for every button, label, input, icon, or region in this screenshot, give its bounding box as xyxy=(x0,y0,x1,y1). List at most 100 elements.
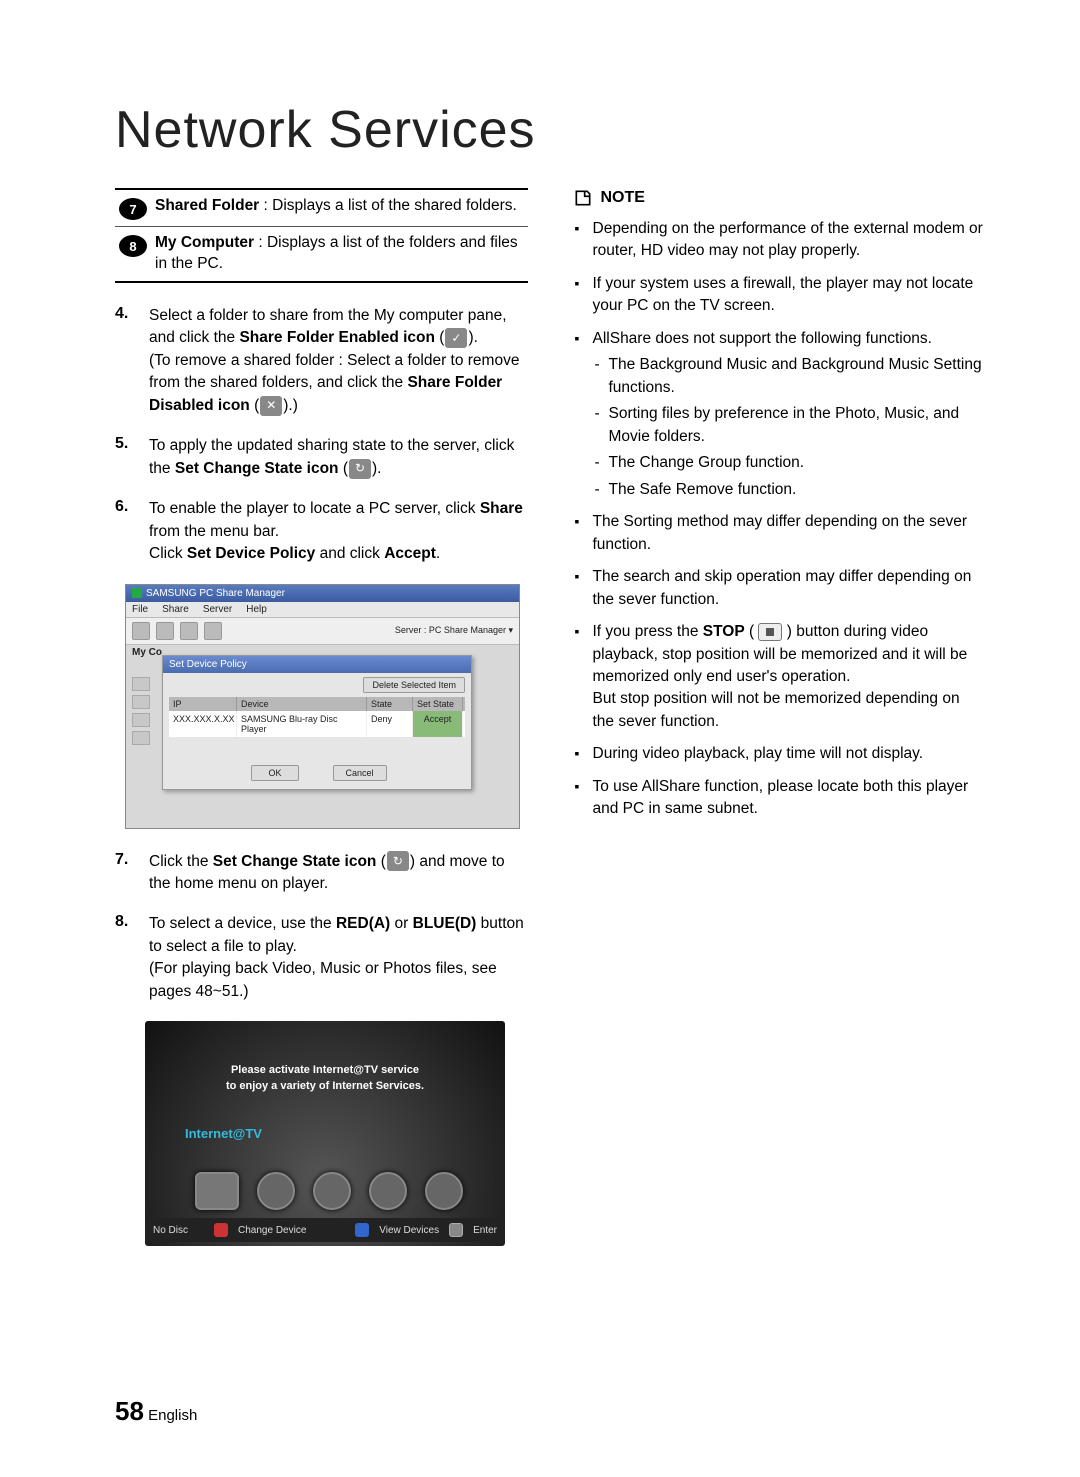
ok-button[interactable]: OK xyxy=(251,765,298,781)
menu-item[interactable]: File xyxy=(132,604,148,615)
tb-icon[interactable] xyxy=(204,622,222,640)
t: Share Folder Enabled icon xyxy=(239,329,435,346)
th-ip: IP xyxy=(169,697,237,711)
note-list: Depending on the performance of the exte… xyxy=(573,218,986,821)
def-term: My Computer xyxy=(155,234,254,251)
step-body: To select a device, use the RED(A) or BL… xyxy=(149,913,528,1003)
t: Set Change State icon xyxy=(175,460,339,477)
t: and click xyxy=(315,545,384,562)
def-text-7: Shared Folder : Displays a list of the s… xyxy=(155,196,517,217)
photo-icon[interactable] xyxy=(313,1172,351,1210)
note-subitem: The Safe Remove function. xyxy=(593,479,986,501)
th-set: Set State xyxy=(413,697,463,711)
side-folders xyxy=(132,677,154,749)
sg-toolbar: Server : PC Share Manager ▾ xyxy=(126,618,519,645)
note-sublist: The Background Music and Background Musi… xyxy=(593,354,986,501)
t: Accept xyxy=(384,545,436,562)
td-device: SAMSUNG Blu-ray Disc Player xyxy=(237,711,367,737)
delete-selected-button[interactable]: Delete Selected Item xyxy=(363,677,465,693)
t: But stop position will not be memorized … xyxy=(593,690,960,729)
note-subitem: The Background Music and Background Musi… xyxy=(593,354,986,399)
step-num: 4. xyxy=(115,305,149,417)
th-state: State xyxy=(367,697,413,711)
tb-icon[interactable] xyxy=(180,622,198,640)
blue-d-key-icon xyxy=(355,1223,369,1237)
step-6: 6. To enable the player to locate a PC s… xyxy=(115,498,528,565)
table-row[interactable]: XXX.XXX.X.XX SAMSUNG Blu-ray Disc Player… xyxy=(169,711,465,737)
disc-icon[interactable] xyxy=(257,1172,295,1210)
note-item: The search and skip operation may differ… xyxy=(573,566,986,611)
step-num: 7. xyxy=(115,851,149,896)
t: ). xyxy=(372,460,381,477)
t: To select a device, use the xyxy=(149,915,336,932)
def-desc: : Displays a list of the shared folders. xyxy=(259,197,517,214)
card-icon[interactable] xyxy=(195,1172,239,1210)
share-disabled-icon: ✕ xyxy=(260,396,282,416)
step-7: 7. Click the Set Change State icon (↻) a… xyxy=(115,851,528,896)
t: ( xyxy=(745,623,759,640)
t: ( xyxy=(250,397,259,414)
tb-icon[interactable] xyxy=(156,622,174,640)
red-a-key-icon xyxy=(214,1223,228,1237)
app-icon xyxy=(132,588,142,598)
enter-key-icon xyxy=(449,1223,463,1237)
t: (For playing back Video, Music or Photos… xyxy=(149,960,497,999)
note-item: During video playback, play time will no… xyxy=(573,743,986,765)
menu-item[interactable]: Help xyxy=(246,604,267,615)
device-table: IP Device State Set State XXX.XXX.X.XX S… xyxy=(169,697,465,737)
t: ). xyxy=(468,329,477,346)
pc-share-manager-screenshot: SAMSUNG PC Share Manager File Share Serv… xyxy=(125,584,520,829)
right-column: NOTE Depending on the performance of the… xyxy=(573,188,986,1246)
set-device-policy-dialog: Set Device Policy Delete Selected Item I… xyxy=(162,655,472,790)
step-num: 6. xyxy=(115,498,149,565)
def-row-8: 8 My Computer : Displays a list of the f… xyxy=(115,226,528,281)
note-item: Depending on the performance of the exte… xyxy=(573,218,986,263)
accept-button[interactable]: Accept xyxy=(413,711,463,737)
t: Set Device Policy xyxy=(187,545,315,562)
note-icon xyxy=(573,188,593,208)
t: ( xyxy=(435,329,444,346)
note-item: The Sorting method may differ depending … xyxy=(573,511,986,556)
internet-tv-label: Internet@TV xyxy=(185,1126,262,1141)
t: Please activate Internet@TV service xyxy=(231,1064,419,1076)
media-icons-row xyxy=(195,1172,463,1210)
step-body: Click the Set Change State icon (↻) and … xyxy=(149,851,528,896)
t: STOP xyxy=(703,623,745,640)
menu-item[interactable]: Share xyxy=(162,604,189,615)
note-subitem: Sorting files by preference in the Photo… xyxy=(593,403,986,448)
t: Share xyxy=(480,500,523,517)
settings-icon[interactable] xyxy=(425,1172,463,1210)
music-icon[interactable] xyxy=(369,1172,407,1210)
server-dropdown[interactable]: Server : PC Share Manager ▾ xyxy=(395,625,513,636)
step-num: 8. xyxy=(115,913,149,1003)
note-item: AllShare does not support the following … xyxy=(573,328,986,501)
page-lang: English xyxy=(148,1407,197,1424)
num-circle-8-icon: 8 xyxy=(119,235,147,257)
note-heading-text: NOTE xyxy=(601,189,645,207)
t: ).) xyxy=(283,397,298,414)
note-item-stop: If you press the STOP ( ) button during … xyxy=(573,621,986,733)
cancel-button[interactable]: Cancel xyxy=(333,765,387,781)
menu-item[interactable]: Server xyxy=(203,604,232,615)
page-number: 58 xyxy=(115,1396,144,1426)
step-5: 5. To apply the updated sharing state to… xyxy=(115,435,528,480)
note-subitem: The Change Group function. xyxy=(593,452,986,474)
step-num: 5. xyxy=(115,435,149,480)
t: or xyxy=(390,915,412,932)
sg-titlebar: SAMSUNG PC Share Manager xyxy=(126,585,519,602)
page-title: Network Services xyxy=(115,100,985,160)
num-circle-7-icon: 7 xyxy=(119,198,147,220)
enter-label: Enter xyxy=(473,1225,497,1236)
left-column: 7 Shared Folder : Displays a list of the… xyxy=(115,188,528,1246)
step-body: Select a folder to share from the My com… xyxy=(149,305,528,417)
player-home-screenshot: Please activate Internet@TV service to e… xyxy=(145,1021,505,1246)
t: BLUE(D) xyxy=(413,915,477,932)
td-ip: XXX.XXX.X.XX xyxy=(169,711,237,737)
t: from the menu bar. xyxy=(149,523,279,540)
t: SAMSUNG PC Share Manager xyxy=(146,588,285,599)
tb-icon[interactable] xyxy=(132,622,150,640)
change-device-label: Change Device xyxy=(238,1225,306,1236)
share-enabled-icon: ✓ xyxy=(445,328,467,348)
note-item: To use AllShare function, please locate … xyxy=(573,776,986,821)
step-4: 4. Select a folder to share from the My … xyxy=(115,305,528,417)
